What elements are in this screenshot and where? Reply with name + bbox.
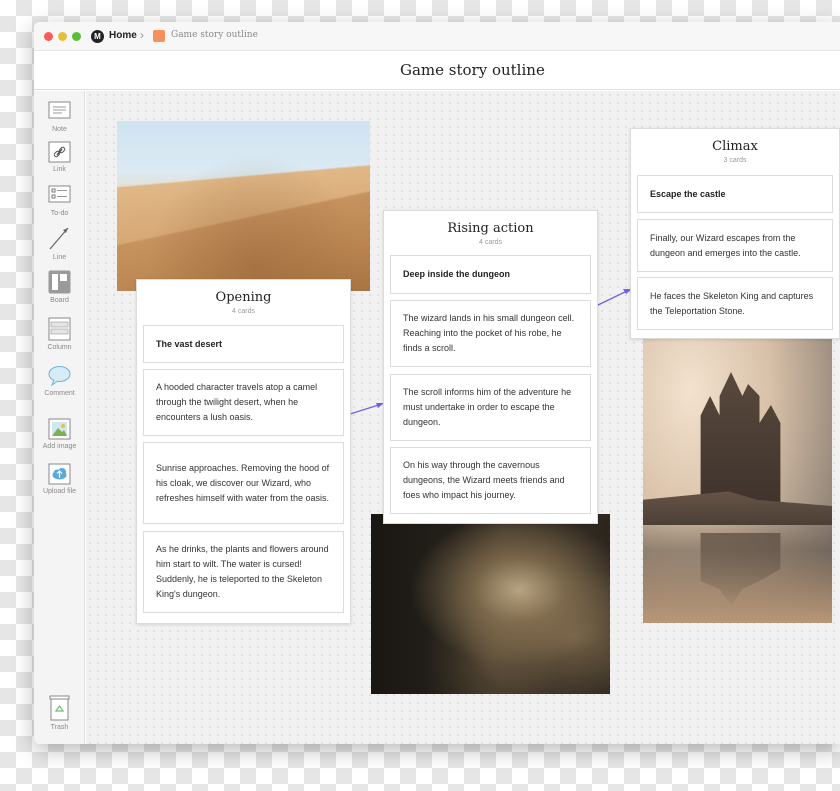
tool-column[interactable]: Column [34,317,85,351]
tool-line[interactable]: Line [34,225,85,261]
card[interactable]: As he drinks, the plants and flowers aro… [143,531,344,613]
todo-icon [48,185,71,207]
castle-image[interactable] [643,333,832,623]
minimize-window-button[interactable] [58,32,67,41]
comment-icon [48,365,71,387]
tool-label: To-do [50,210,69,217]
card-heading[interactable]: Deep inside the dungeon [390,255,591,294]
tool-label: Trash [50,724,69,731]
tool-label: Comment [44,390,75,397]
app-window: M Home › Game story outline Game story o… [34,22,840,744]
column-card-count: 4 cards [232,308,255,315]
tool-link[interactable]: Link [34,141,85,173]
tool-upload-file[interactable]: Upload file [34,463,85,495]
chevron-right-icon: › [140,28,144,42]
upload-file-icon [48,463,71,485]
page-title[interactable]: Game story outline [34,61,840,79]
column-rising-action[interactable]: Rising action 4 cards Deep inside the du… [383,210,598,524]
board-icon [48,270,71,294]
card[interactable]: Finally, our Wizard escapes from the dun… [637,219,833,272]
trash-icon [48,695,71,721]
board-header: Game story outline [34,51,840,90]
close-window-button[interactable] [44,32,53,41]
card-heading[interactable]: The vast desert [143,325,344,363]
tool-label: Column [47,344,72,351]
tool-label: Board [50,297,69,304]
tool-label: Upload file [42,488,77,495]
column-title[interactable]: Opening [137,290,350,305]
board-color-chip [153,30,165,42]
column-title[interactable]: Rising action [384,221,597,236]
add-image-icon [48,418,71,440]
card[interactable]: Sunrise approaches. Removing the hood of… [143,442,344,524]
breadcrumb-home[interactable]: Home [109,30,137,41]
tool-label: Line [52,254,67,261]
tool-sidebar: Note Link To-do Line Board Column Commen… [34,91,85,744]
tool-comment[interactable]: Comment [34,365,85,397]
tool-note[interactable]: Note [34,101,85,133]
connector-arrow[interactable] [593,285,635,309]
tool-label: Add image [42,443,77,450]
card[interactable]: The scroll informs him of the adventure … [390,374,591,441]
tool-board[interactable]: Board [34,270,85,304]
desert-image[interactable] [117,121,370,291]
castle-reflection-shape [700,533,781,605]
card[interactable]: On his way through the cavernous dungeon… [390,447,591,514]
tool-label: Link [53,166,66,173]
catacomb-image[interactable] [371,514,610,694]
column-card-count: 4 cards [479,239,502,246]
column-opening[interactable]: Opening 4 cards The vast desert A hooded… [136,279,351,624]
column-icon [48,317,71,341]
connector-arrow[interactable] [348,397,388,417]
column-card-count: 3 cards [723,157,747,164]
card-heading[interactable]: Escape the castle [637,175,833,213]
note-icon [48,101,71,123]
tool-label: Note [52,126,67,133]
link-icon [48,141,71,163]
castle-shape [700,372,781,513]
tool-todo[interactable]: To-do [34,185,85,217]
board-canvas[interactable]: Opening 4 cards The vast desert A hooded… [86,91,840,744]
home-icon[interactable]: M [91,30,104,43]
card[interactable]: A hooded character travels atop a camel … [143,369,344,436]
title-bar: M Home › Game story outline [34,22,840,51]
line-icon [48,225,71,251]
breadcrumb-board[interactable]: Game story outline [171,30,258,40]
card[interactable]: The wizard lands in his small dungeon ce… [390,300,591,367]
card[interactable]: He faces the Skeleton King and captures … [637,277,833,330]
maximize-window-button[interactable] [72,32,81,41]
column-climax[interactable]: Climax 3 cards Escape the castle Finally… [630,128,840,339]
tool-add-image[interactable]: Add image [34,418,85,450]
tool-trash[interactable]: Trash [34,695,85,731]
column-title[interactable]: Climax [631,139,839,154]
